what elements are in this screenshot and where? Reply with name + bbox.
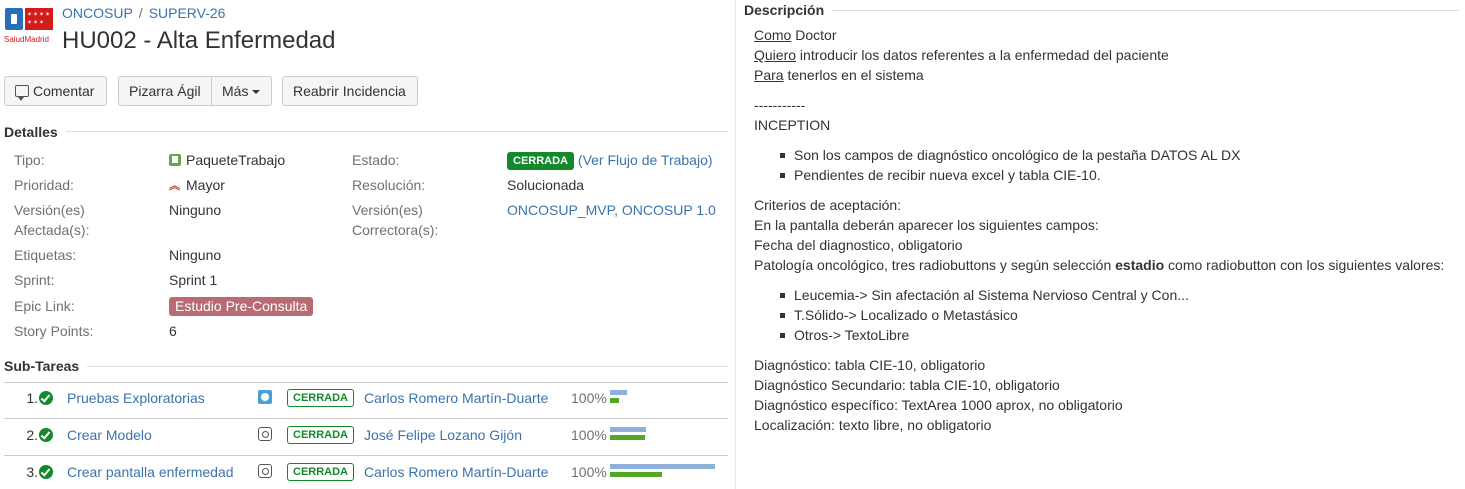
section-divider bbox=[4, 366, 728, 367]
affects-version-value: Ninguno bbox=[169, 202, 222, 218]
criteria-heading: Criterios de aceptación: bbox=[754, 197, 902, 213]
logo-flag-icon bbox=[5, 8, 23, 30]
package-icon bbox=[169, 154, 181, 166]
estimate-bar bbox=[610, 464, 720, 469]
user-story-want: Quiero introducir los datos referentes a… bbox=[754, 47, 1169, 63]
salud-madrid-logo[interactable]: ✶✶✶✶ ✶✶✶ SaludMadrid bbox=[4, 8, 54, 48]
status-badge: CERRADA bbox=[287, 426, 354, 444]
status-badge: CERRADA bbox=[507, 152, 574, 170]
inception-heading: INCEPTION bbox=[754, 117, 831, 133]
breadcrumb-project[interactable]: ONCOSUP bbox=[62, 5, 133, 21]
story-points-value: 6 bbox=[169, 323, 177, 339]
progress-percent: 100% bbox=[571, 390, 607, 406]
logged-bar bbox=[610, 435, 720, 440]
user-story-benefit: Para tenerlos en el sistema bbox=[754, 67, 924, 83]
progress-percent: 100% bbox=[571, 427, 607, 443]
list-item: Pendientes de recibir nueva excel y tabl… bbox=[794, 167, 1101, 183]
bullet-icon bbox=[780, 333, 785, 338]
labels-value: Ninguno bbox=[169, 247, 222, 263]
reopen-issue-button[interactable]: Reabrir Incidencia bbox=[282, 76, 418, 106]
logged-bar bbox=[610, 472, 720, 477]
estimate-bar bbox=[610, 390, 720, 395]
list-item: Leucemia-> Sin afectación al Sistema Ner… bbox=[794, 287, 1189, 303]
assignee-link[interactable]: Carlos Romero Martín-Duarte bbox=[364, 390, 548, 406]
more-button[interactable]: Más bbox=[211, 77, 271, 105]
separator-text: ----------- bbox=[754, 97, 806, 113]
view-workflow-link[interactable]: Ver Flujo de Trabajo bbox=[583, 152, 708, 168]
priority-value: ︽ Mayor bbox=[169, 175, 225, 196]
section-divider bbox=[4, 131, 728, 132]
subtask-link[interactable]: Pruebas Exploratorias bbox=[67, 390, 205, 406]
subtask-link[interactable]: Crear pantalla enfermedad bbox=[67, 464, 234, 480]
description-heading: Descripción bbox=[744, 2, 833, 18]
fix-version-link[interactable]: ONCOSUP_MVP, ONCOSUP 1.0 bbox=[507, 202, 716, 218]
status-badge: CERRADA bbox=[287, 389, 354, 407]
breadcrumb-parent-issue[interactable]: SUPERV-26 bbox=[149, 5, 226, 21]
sprint-value: Sprint 1 bbox=[169, 272, 218, 288]
table-row[interactable]: 3. Crear pantalla enfermedad CERRADA Car… bbox=[4, 456, 728, 489]
page-title: HU002 - Alta Enfermedad bbox=[62, 27, 336, 54]
list-item: Otros-> TextoLibre bbox=[794, 327, 910, 343]
subtasks-heading: Sub-Tareas bbox=[4, 358, 88, 374]
progress-percent: 100% bbox=[571, 464, 607, 480]
table-row[interactable]: 2. Crear Modelo CERRADA José Felipe Loza… bbox=[4, 419, 728, 456]
epic-link-lozenge[interactable]: Estudio Pre-Consulta bbox=[169, 297, 314, 316]
logged-bar bbox=[610, 398, 720, 403]
comment-button[interactable]: Comentar bbox=[4, 76, 107, 106]
details-heading: Detalles bbox=[4, 124, 66, 140]
issue-type-value: PaqueteTrabajo bbox=[169, 150, 285, 170]
comment-icon bbox=[15, 85, 29, 101]
table-row[interactable]: 1. Pruebas Exploratorias CERRADA Carlos … bbox=[4, 382, 728, 419]
description-panel: Descripción Como Doctor Quiero introduci… bbox=[744, 0, 1465, 489]
bullet-icon bbox=[780, 293, 785, 298]
chevron-down-icon bbox=[252, 90, 261, 95]
subtask-type-icon bbox=[258, 427, 272, 441]
bullet-icon bbox=[780, 153, 785, 158]
status-badge: CERRADA bbox=[287, 463, 354, 481]
board-more-group: Pizarra Ágil Más bbox=[118, 76, 272, 106]
subtask-type-icon bbox=[258, 464, 272, 478]
assignee-link[interactable]: Carlos Romero Martín-Duarte bbox=[364, 464, 548, 480]
resolution-value: Solucionada bbox=[507, 177, 585, 193]
priority-major-icon: ︽ bbox=[169, 180, 180, 192]
subtask-link[interactable]: Crear Modelo bbox=[67, 427, 152, 443]
breadcrumb: ONCOSUP / SUPERV-26 bbox=[62, 5, 226, 21]
assignee-link[interactable]: José Felipe Lozano Gijón bbox=[364, 427, 522, 443]
user-story-role: Como Doctor bbox=[754, 27, 837, 43]
list-item: T.Sólido-> Localizado o Metastásico bbox=[794, 307, 1018, 323]
resolved-check-icon bbox=[39, 391, 53, 405]
resolved-check-icon bbox=[39, 428, 53, 442]
list-item: Son los campos de diagnóstico oncológico… bbox=[794, 147, 1241, 163]
exploratory-test-icon bbox=[258, 390, 272, 404]
bullet-icon bbox=[780, 313, 785, 318]
column-divider bbox=[735, 0, 736, 489]
bullet-icon bbox=[780, 173, 785, 178]
resolved-check-icon bbox=[39, 465, 53, 479]
estimate-bar bbox=[610, 427, 720, 432]
agile-board-button[interactable]: Pizarra Ágil bbox=[119, 77, 211, 105]
issue-left-column: ✶✶✶✶ ✶✶✶ SaludMadrid ONCOSUP / SUPERV-26 HU… bbox=[0, 0, 735, 489]
